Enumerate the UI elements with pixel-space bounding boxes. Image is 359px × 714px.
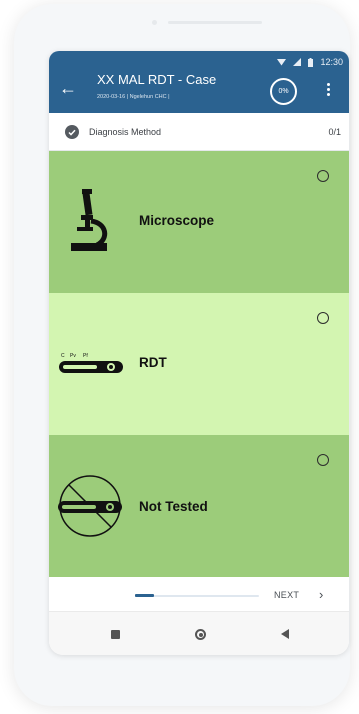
more-options-icon[interactable] — [327, 83, 331, 99]
option-label: RDT — [139, 355, 167, 370]
app-bar: 12:30 ← XX MAL RDT - Case 2020-03-16 | N… — [49, 51, 349, 113]
chevron-right-icon[interactable]: › — [319, 587, 323, 602]
camera-dot — [152, 20, 157, 25]
form-footer: NEXT › — [49, 577, 349, 611]
svg-text:Pv: Pv — [70, 353, 76, 359]
microscope-icon — [71, 189, 108, 251]
question-label: Diagnosis Method — [89, 127, 162, 137]
signal-icon — [293, 58, 302, 66]
battery-icon — [308, 57, 314, 67]
svg-text:C: C — [61, 353, 65, 359]
recent-apps-icon[interactable] — [111, 630, 120, 639]
page-progress-fill — [135, 594, 154, 597]
home-icon[interactable] — [195, 629, 206, 640]
not-tested-icon — [58, 475, 122, 537]
status-bar: 12:30 — [277, 56, 343, 68]
check-circle-icon — [65, 125, 79, 139]
back-arrow-icon[interactable]: ← — [59, 79, 77, 97]
svg-text:Pf: Pf — [83, 353, 88, 359]
completion-progress-ring[interactable]: 0% — [270, 78, 297, 105]
option-label: Microscope — [139, 213, 215, 228]
app-screen: 12:30 ← XX MAL RDT - Case 2020-03-16 | N… — [49, 51, 349, 655]
completion-percent: 0% — [278, 88, 289, 95]
phone-speaker — [168, 21, 262, 24]
next-button[interactable]: NEXT — [274, 590, 299, 600]
option-not-tested[interactable]: Not Tested — [49, 435, 349, 577]
nav-back-icon[interactable] — [281, 629, 289, 639]
option-radio[interactable] — [317, 312, 329, 324]
option-rdt[interactable]: C Pv Pf RDT — [49, 293, 349, 435]
option-radio[interactable] — [317, 454, 329, 466]
android-nav-bar — [49, 611, 349, 655]
question-header: Diagnosis Method 0/1 — [49, 113, 349, 151]
option-radio[interactable] — [317, 170, 329, 182]
page-title: XX MAL RDT - Case — [97, 72, 217, 87]
option-microscope[interactable]: Microscope — [49, 151, 349, 293]
page-subtitle: 2020-03-16 | Ngelehun CHC | — [97, 94, 170, 100]
question-counter: 0/1 — [328, 127, 341, 137]
wifi-icon — [277, 59, 287, 66]
option-label: Not Tested — [139, 499, 208, 514]
status-time: 12:30 — [320, 57, 343, 67]
rdt-cassette-icon: C Pv Pf — [59, 353, 123, 373]
page-progress-track — [135, 595, 259, 597]
